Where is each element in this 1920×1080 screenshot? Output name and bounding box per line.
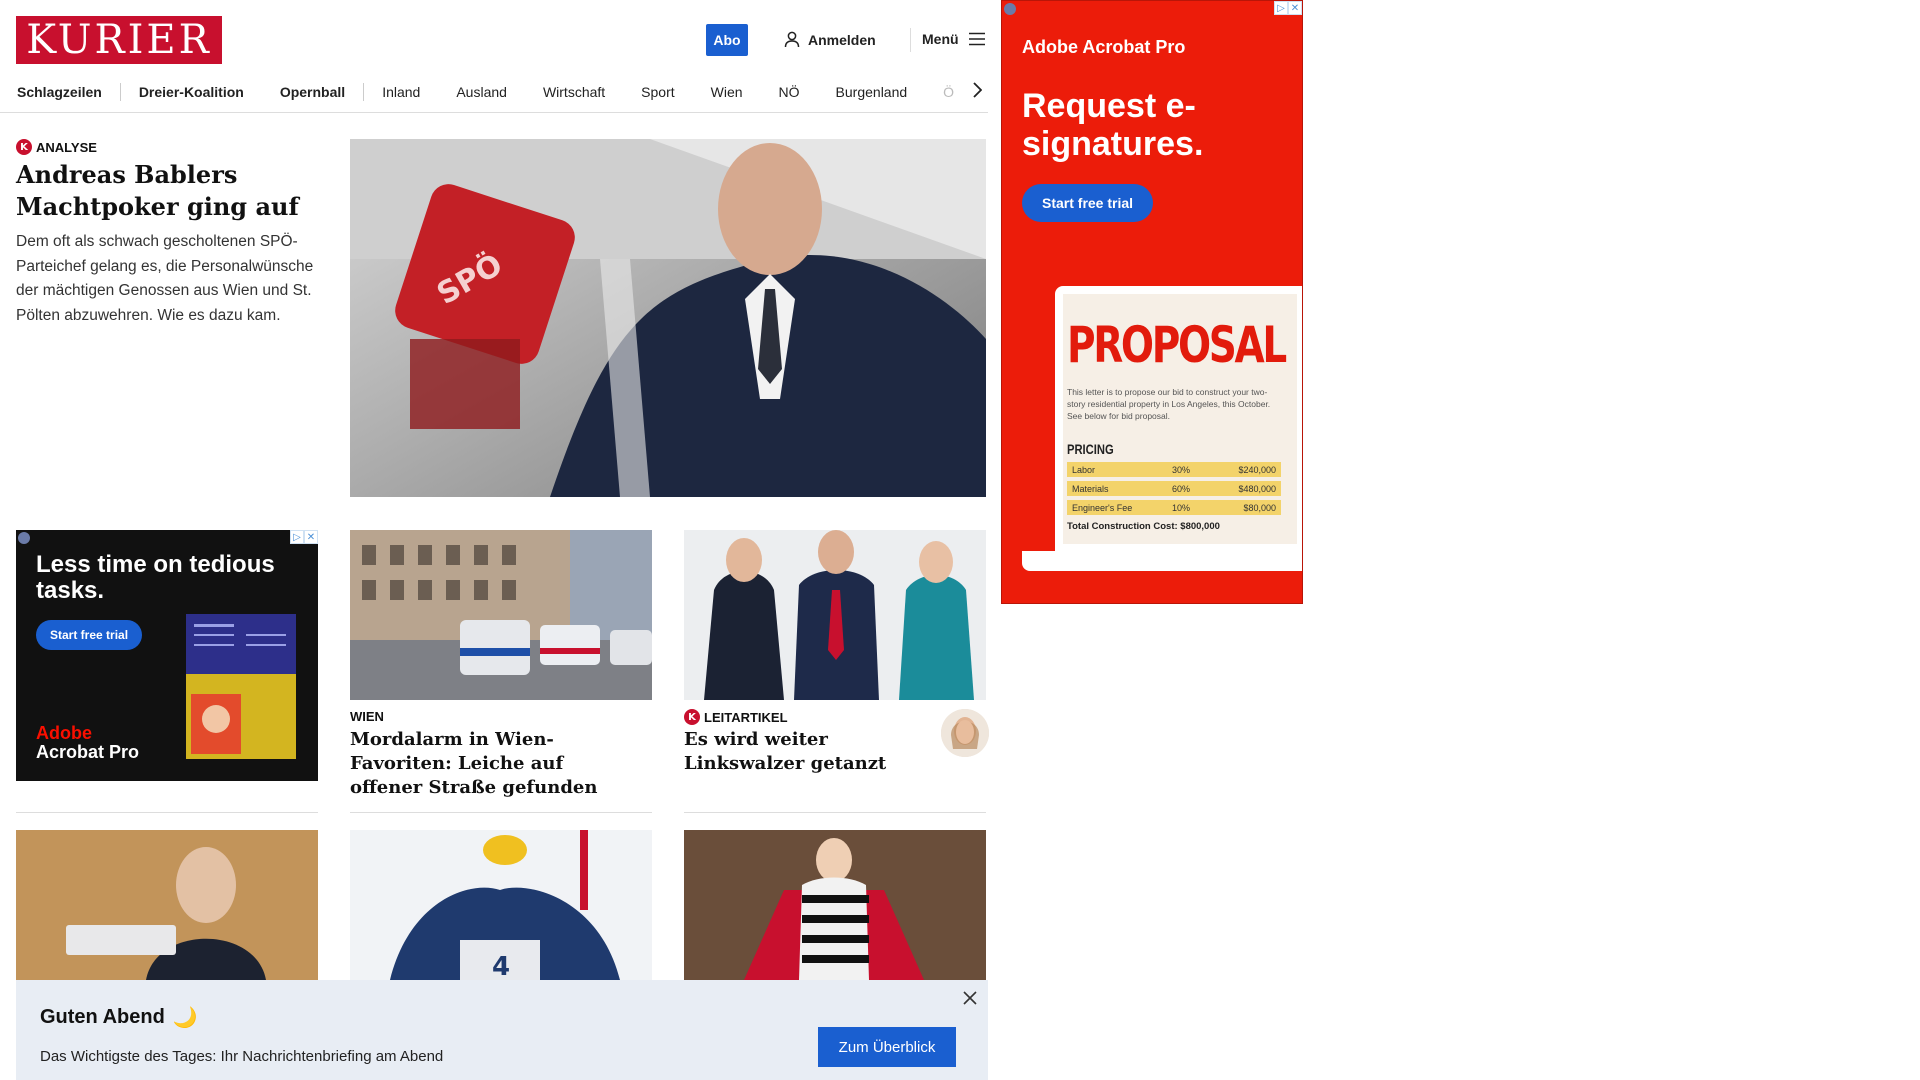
kurier-k-icon: K bbox=[684, 709, 700, 725]
login-link[interactable]: Anmelden bbox=[784, 31, 876, 48]
proposal-row-item: Engineer's Fee bbox=[1072, 502, 1133, 513]
ad-small-brand-adobe: Adobe bbox=[36, 723, 92, 743]
card-row3-photo-2[interactable]: 4 bbox=[350, 830, 652, 980]
card-divider bbox=[684, 812, 986, 813]
briefing-greeting: Guten Abend 🌙 bbox=[40, 1005, 198, 1030]
proposal-title: PROPOSAL bbox=[1067, 316, 1287, 374]
card-row3-photo-3[interactable] bbox=[684, 830, 986, 980]
briefing-overview-button[interactable]: Zum Überblick bbox=[818, 1027, 956, 1067]
proposal-row-item: Labor bbox=[1072, 464, 1096, 475]
menu-button[interactable]: Menü bbox=[922, 31, 985, 47]
kurier-logo[interactable]: KURIER bbox=[16, 16, 222, 64]
menu-label: Menü bbox=[922, 31, 959, 47]
nav-item-truncated[interactable]: Ö bbox=[925, 84, 972, 100]
ad-info-icon[interactable] bbox=[1004, 3, 1016, 15]
card-wien-kicker: WIEN bbox=[350, 709, 384, 724]
card-leitartikel-kicker-label: LEITARTIKEL bbox=[704, 709, 788, 725]
svg-text:4: 4 bbox=[492, 952, 510, 980]
logo-text: KURIER bbox=[26, 17, 212, 63]
ad-choices[interactable]: ▷ ✕ bbox=[1274, 1, 1302, 15]
ad-big-brand: Adobe Acrobat Pro bbox=[1022, 37, 1186, 57]
abo-button[interactable]: Abo bbox=[706, 24, 748, 56]
card-leitartikel-photo[interactable] bbox=[684, 530, 986, 700]
briefing-greeting-text: Guten Abend bbox=[40, 1006, 165, 1028]
nav-item-burgenland[interactable]: Burgenland bbox=[818, 84, 926, 100]
ad-small-document-graphic bbox=[186, 614, 296, 759]
moon-icon: 🌙 bbox=[172, 1007, 198, 1029]
nav-item-ausland[interactable]: Ausland bbox=[438, 84, 525, 100]
proposal-row-amount: $480,000 bbox=[1238, 483, 1276, 494]
briefing-subtitle: Das Wichtigste des Tages: Ihr Nachrichte… bbox=[40, 1048, 444, 1065]
evening-briefing-banner: Guten Abend 🌙 Das Wichtigste des Tages: … bbox=[16, 980, 988, 1080]
proposal-row: Materials 60% $480,000 bbox=[1067, 481, 1281, 496]
ad-proposal-document: PROPOSAL This letter is to propose our b… bbox=[1055, 286, 1302, 551]
ad-small-brand-product: Acrobat Pro bbox=[36, 742, 140, 762]
kurier-k-icon: K bbox=[16, 139, 32, 155]
ad-info-icon[interactable] bbox=[18, 532, 30, 544]
user-icon bbox=[784, 31, 800, 48]
close-icon[interactable] bbox=[958, 986, 982, 1010]
category-nav: Schlagzeilen Dreier-Koalition Opernball … bbox=[16, 79, 988, 105]
lead-kicker-label: ANALYSE bbox=[36, 139, 97, 155]
nav-item-dreier-koalition[interactable]: Dreier-Koalition bbox=[121, 84, 262, 100]
nav-item-wirtschaft[interactable]: Wirtschaft bbox=[525, 84, 623, 100]
card-divider bbox=[16, 812, 318, 813]
nav-item-opernball[interactable]: Opernball bbox=[262, 84, 363, 100]
nav-item-sport[interactable]: Sport bbox=[623, 84, 692, 100]
ad-big-headline: Request e-signatures. bbox=[1022, 87, 1204, 163]
ad-acrobat-small[interactable]: ▷ ✕ Less time on tedious tasks. Start fre… bbox=[16, 530, 318, 781]
card-leitartikel-kicker: K LEITARTIKEL bbox=[684, 709, 788, 725]
nav-item-schlagzeilen[interactable]: Schlagzeilen bbox=[16, 84, 120, 100]
header-rule bbox=[0, 112, 988, 113]
ad-small-headline: Less time on tedious tasks. bbox=[36, 551, 275, 604]
lead-teaser: Dem oft als schwach gescholtenen SPÖ-Par… bbox=[16, 233, 314, 324]
proposal-pricing-label: PRICING bbox=[1067, 441, 1114, 457]
proposal-row-amount: $240,000 bbox=[1238, 464, 1276, 475]
hamburger-icon bbox=[968, 32, 985, 46]
author-avatar bbox=[941, 709, 989, 757]
proposal-row-pct: 10% bbox=[1172, 502, 1191, 513]
ad-close-icon[interactable]: ✕ bbox=[304, 530, 318, 544]
lead-photo[interactable]: SPÖ bbox=[350, 139, 986, 497]
nav-item-wien[interactable]: Wien bbox=[693, 84, 761, 100]
ad-big-cta-button[interactable]: Start free trial bbox=[1022, 184, 1154, 222]
proposal-row: Labor 30% $240,000 bbox=[1067, 462, 1281, 477]
ad-acrobat-skyscraper[interactable]: ▷ ✕ Adobe Acrobat Pro Request e-signature… bbox=[1001, 0, 1303, 604]
nav-scroll-right-icon[interactable] bbox=[968, 80, 986, 100]
proposal-row-pct: 60% bbox=[1172, 483, 1191, 494]
card-wien-headline[interactable]: Mordalarm in Wien-Favoriten: Leiche auf … bbox=[350, 728, 640, 800]
proposal-body: This letter is to propose our bid to con… bbox=[1067, 387, 1271, 421]
card-leitartikel-headline[interactable]: Es wird weiter Linkswalzer getanzt bbox=[684, 728, 924, 776]
adchoices-icon[interactable]: ▷ bbox=[1274, 1, 1288, 15]
login-label: Anmelden bbox=[808, 31, 876, 48]
ad-close-icon[interactable]: ✕ bbox=[1288, 1, 1302, 15]
proposal-total: Total Construction Cost: $800,000 bbox=[1067, 521, 1220, 532]
adchoices-icon[interactable]: ▷ bbox=[290, 530, 304, 544]
nav-item-inland[interactable]: Inland bbox=[364, 84, 438, 100]
lead-kicker: K ANALYSE bbox=[16, 139, 97, 155]
ad-small-cta-button[interactable]: Start free trial bbox=[36, 620, 143, 650]
proposal-row: Engineer's Fee 10% $80,000 bbox=[1067, 500, 1281, 515]
card-row3-photo-1[interactable] bbox=[16, 830, 318, 980]
lead-headline[interactable]: Andreas Bablers Machtpoker ging auf bbox=[16, 159, 306, 223]
proposal-row-pct: 30% bbox=[1172, 464, 1191, 475]
card-divider bbox=[350, 812, 652, 813]
proposal-row-item: Materials bbox=[1072, 483, 1109, 494]
header-divider bbox=[910, 28, 911, 52]
ad-big-tray bbox=[1022, 551, 1302, 571]
nav-item-noe[interactable]: NÖ bbox=[761, 84, 818, 100]
ad-choices[interactable]: ▷ ✕ bbox=[290, 530, 318, 544]
proposal-row-amount: $80,000 bbox=[1243, 502, 1276, 513]
card-wien-photo[interactable] bbox=[350, 530, 652, 700]
